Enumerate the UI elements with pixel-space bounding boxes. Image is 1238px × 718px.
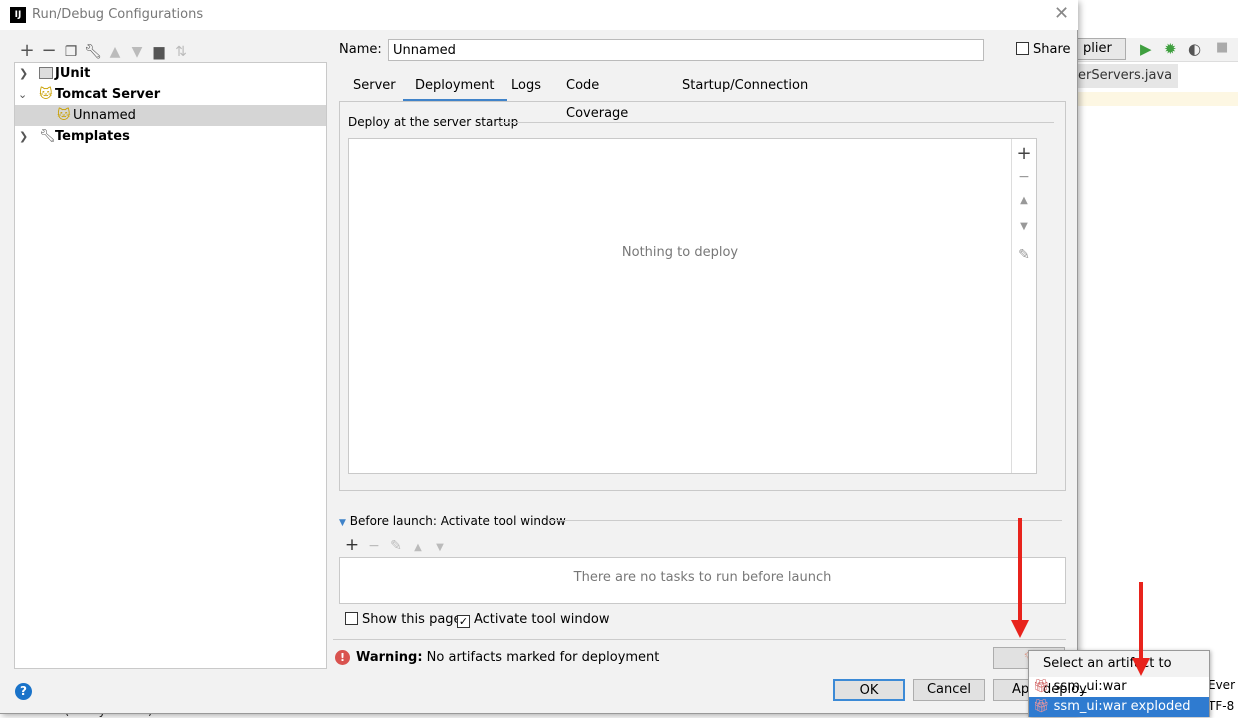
add-icon[interactable]: + — [1012, 143, 1036, 164]
tree-item-junit[interactable]: ❯ JUnit — [15, 63, 326, 84]
annotation-arrow — [1011, 518, 1029, 638]
share-label: Share — [1033, 42, 1071, 57]
add-icon[interactable]: + — [16, 40, 38, 61]
move-down-icon[interactable]: ▼ — [126, 44, 148, 60]
tree-label: Templates — [55, 129, 130, 144]
coverage-icon[interactable]: ◐ — [1188, 40, 1201, 58]
show-page-checkbox[interactable]: Show this page — [345, 612, 462, 627]
run-icon[interactable]: ▶ — [1140, 40, 1152, 58]
ok-button[interactable]: OK — [833, 679, 905, 701]
artifact-item-selected[interactable]: 🎁︎ ssm_ui:war exploded — [1029, 697, 1209, 717]
warning-label: Warning: — [356, 650, 423, 665]
move-up-icon[interactable]: ▲ — [407, 542, 429, 553]
tab-server[interactable]: Server — [353, 72, 396, 102]
chevron-down-icon[interactable]: ⌄ — [18, 84, 30, 105]
checkbox-label: Activate tool window — [474, 612, 610, 627]
tree-item-tomcat[interactable]: ⌄ 🐱︎ Tomcat Server — [15, 84, 326, 105]
before-launch-toggle[interactable]: ▼ Before launch: Activate tool window — [339, 514, 566, 528]
remove-icon[interactable]: − — [1012, 169, 1036, 185]
remove-icon[interactable]: − — [38, 40, 60, 61]
activate-window-checkbox[interactable]: ✓ Activate tool window — [457, 612, 609, 628]
config-toolbar: + − ❐ 🔧︎ ▲ ▼ ▆ ⇅ — [16, 40, 192, 61]
tab-code-coverage[interactable]: Code Coverage — [566, 72, 628, 121]
tree-item-templates[interactable]: ❯ 🔧︎ Templates — [15, 126, 326, 147]
checkbox-label: Show this page — [362, 612, 462, 627]
copy-icon[interactable]: ❐ — [60, 44, 82, 60]
title-bar: IJ Run/Debug Configurations ✕ — [0, 0, 1078, 30]
artifact-exploded-icon: 🎁︎ — [1033, 699, 1050, 714]
tree-label: JUnit — [55, 66, 91, 81]
edit-icon[interactable]: ✎ — [385, 538, 407, 554]
warning-text: No artifacts marked for deployment — [426, 650, 660, 665]
wrench-icon: 🔧︎ — [39, 129, 56, 144]
status-text: Ever — [1208, 678, 1235, 692]
tab-deployment[interactable]: Deployment — [403, 72, 507, 102]
move-up-icon[interactable]: ▲ — [104, 44, 126, 60]
ide-background: plier ⌄ ▶ ✹ ◐ ■ erServers.java × Ever TF… — [1072, 0, 1238, 717]
run-debug-dialog: IJ Run/Debug Configurations ✕ + − ❐ 🔧︎ ▲ ▼ ▆ ⇅ … — [0, 0, 1078, 714]
artifact-war-icon: 🎁︎ — [1033, 679, 1050, 694]
tomcat-error-icon: 🐱︎ — [57, 108, 71, 123]
edit-icon[interactable]: ✎ — [1012, 247, 1036, 263]
deploy-section-title: Deploy at the server startup — [348, 115, 519, 129]
name-label: Name: — [339, 42, 382, 57]
chevron-right-icon[interactable]: ❯ — [19, 126, 31, 147]
move-down-icon[interactable]: ▼ — [429, 542, 451, 553]
config-tree: ❯ JUnit ⌄ 🐱︎ Tomcat Server 🐱︎ Unnamed ❯ 🔧︎ Tem… — [14, 62, 327, 669]
tomcat-icon: 🐱︎ — [39, 87, 53, 102]
artifact-popup: Select an artifact to deploy 🎁︎ ssm_ui:w… — [1028, 650, 1210, 717]
tree-label: Unnamed — [73, 108, 136, 123]
sort-icon[interactable]: ⇅ — [170, 44, 192, 60]
debug-icon[interactable]: ✹ — [1164, 40, 1177, 58]
deploy-list[interactable]: Nothing to deploy + − ▲ ▼ ✎ — [348, 138, 1037, 474]
encoding-text[interactable]: TF-8 — [1208, 699, 1234, 713]
name-input[interactable] — [388, 39, 984, 61]
triangle-down-icon: ▼ — [339, 518, 346, 528]
chevron-right-icon[interactable]: ❯ — [19, 63, 31, 84]
junit-icon — [39, 67, 53, 79]
help-icon[interactable]: ? — [15, 683, 32, 700]
empty-text: Nothing to deploy — [621, 245, 739, 260]
stop-icon[interactable]: ■ — [1216, 40, 1228, 55]
tree-item-unnamed[interactable]: 🐱︎ Unnamed — [15, 105, 326, 126]
move-down-icon[interactable]: ▼ — [1012, 221, 1036, 232]
move-up-icon[interactable]: ▲ — [1012, 195, 1036, 206]
share-checkbox[interactable]: Share — [1016, 42, 1071, 57]
add-icon[interactable]: + — [341, 535, 363, 555]
before-launch-title: Before launch: Activate tool window — [349, 514, 566, 528]
remove-icon[interactable]: − — [363, 538, 385, 554]
close-icon[interactable]: ✕ — [1054, 3, 1069, 24]
tab-logs[interactable]: Logs — [511, 72, 541, 102]
tab-startup-connection[interactable]: Startup/Connection — [682, 72, 808, 102]
intellij-logo-icon: IJ — [10, 7, 26, 23]
tree-label: Tomcat Server — [55, 87, 161, 102]
run-config-dropdown[interactable]: plier ⌄ — [1072, 38, 1126, 76]
editor-tab[interactable]: erServers.java × — [1078, 64, 1178, 107]
warning-icon: ! — [335, 650, 350, 665]
wrench-icon[interactable]: 🔧︎ — [82, 44, 104, 60]
artifact-item[interactable]: 🎁︎ ssm_ui:war — [1029, 677, 1209, 697]
cancel-button[interactable]: Cancel — [913, 679, 985, 701]
artifact-label: ssm_ui:war exploded — [1053, 699, 1191, 714]
annotation-arrow — [1132, 582, 1150, 676]
dialog-title: Run/Debug Configurations — [32, 7, 204, 22]
new-folder-icon[interactable]: ▆ — [148, 44, 170, 60]
before-launch-list[interactable]: There are no tasks to run before launch — [339, 557, 1066, 604]
empty-text: There are no tasks to run before launch — [573, 570, 832, 585]
artifact-label: ssm_ui:war — [1053, 679, 1127, 694]
popup-title: Select an artifact to deploy — [1029, 651, 1209, 697]
